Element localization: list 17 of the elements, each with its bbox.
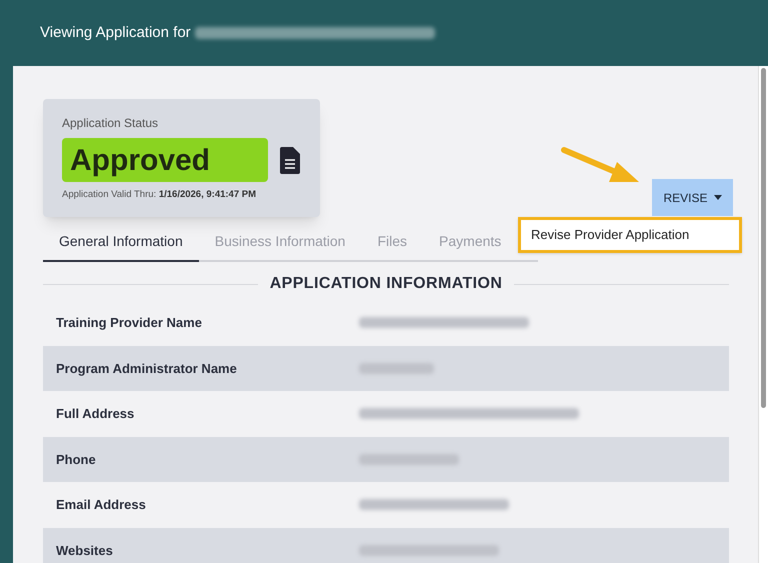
- valid-thru-text: Application Valid Thru: 1/16/2026, 9:41:47 PM: [62, 188, 258, 202]
- revise-button[interactable]: REVISE: [652, 179, 733, 216]
- field-label: Phone: [55, 450, 97, 468]
- document-icon[interactable]: [280, 146, 300, 174]
- status-badge: Approved: [62, 138, 268, 182]
- tab[interactable]: General Information: [43, 231, 199, 262]
- field-label: Email Address: [55, 496, 147, 514]
- field-label: Program Administrator Name: [55, 360, 238, 378]
- menu-item[interactable]: Revise Provider Application: [518, 217, 742, 252]
- field-label: Full Address: [55, 405, 136, 423]
- status-label: Application Status: [62, 115, 160, 132]
- caret-icon: [714, 195, 722, 200]
- scrollbar[interactable]: [758, 66, 768, 563]
- field-label: Training Provider Name: [55, 314, 203, 332]
- header-title: Viewing Application for: [40, 22, 191, 43]
- section-title: APPLICATION INFORMATION: [270, 274, 502, 294]
- field-label: Websites: [55, 542, 114, 560]
